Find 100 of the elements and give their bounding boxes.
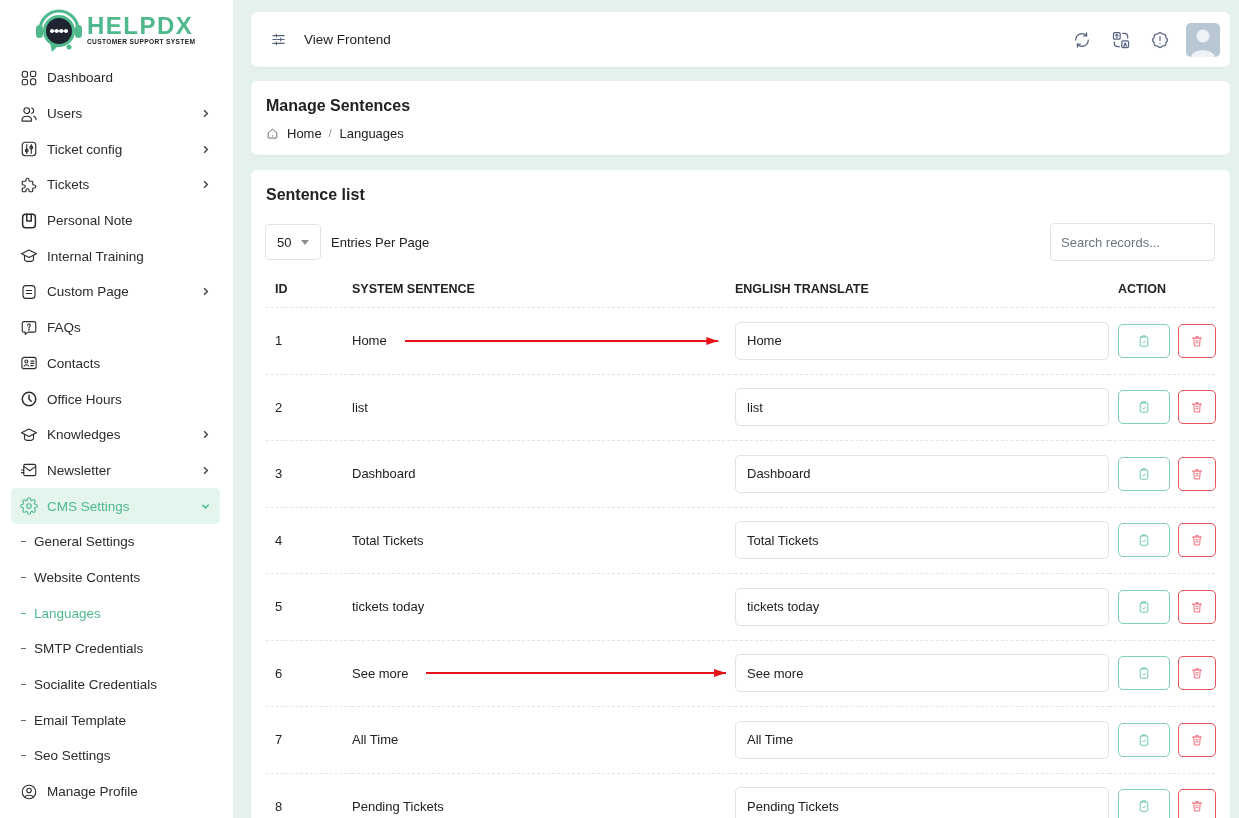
sidebar-item[interactable]: Tickets (11, 167, 220, 203)
table-cell: 1 (275, 333, 283, 349)
translation-input[interactable]: Home (735, 321, 1109, 360)
sidebar-item[interactable]: Internal Training (11, 238, 220, 275)
translation-input[interactable]: Dashboard (735, 454, 1109, 493)
card-title: Sentence list (266, 185, 365, 205)
dash-icon (21, 541, 26, 543)
table-cell: See more (352, 665, 409, 681)
delete-button[interactable] (1178, 656, 1216, 691)
column-header: SYSTEM SENTENCE (352, 282, 475, 296)
delete-button[interactable] (1178, 523, 1216, 558)
layout-grid-icon (20, 68, 38, 87)
dash-icon (21, 684, 26, 686)
sidebar-item[interactable]: Knowledges (11, 416, 220, 453)
table-cell: 3 (275, 466, 283, 482)
view-frontend-link[interactable]: View Frontend (304, 32, 391, 47)
column-header: ID (275, 282, 288, 296)
sidebar-item[interactable]: Manage Profile (11, 773, 220, 810)
table-cell: 4 (275, 532, 283, 548)
submenu-item[interactable]: General Settings (21, 523, 135, 560)
headset-logo-icon (35, 8, 83, 52)
home-icon (266, 126, 279, 140)
trash-icon (1190, 799, 1204, 814)
clipboard-check-icon (1137, 799, 1151, 814)
adjustments-icon (20, 140, 38, 159)
column-header: ENGLISH TRANSLATE (735, 282, 869, 296)
question-bubble-icon (20, 318, 38, 337)
clipboard-check-icon (1137, 599, 1151, 614)
translation-input[interactable]: See more (735, 654, 1109, 693)
trash-icon (1190, 466, 1204, 481)
breadcrumb-link[interactable]: Home (287, 125, 322, 141)
delete-button[interactable] (1178, 456, 1216, 491)
search-field[interactable]: Search records... (1050, 223, 1215, 261)
table-cell: 7 (275, 732, 283, 748)
translation-input[interactable]: Pending Tickets (735, 787, 1109, 818)
delete-button[interactable] (1178, 589, 1216, 624)
delete-button[interactable] (1178, 722, 1216, 757)
table-cell: tickets today (352, 599, 425, 615)
sidebar-item[interactable]: Personal Note (11, 202, 220, 239)
breadcrumb-separator: / (328, 127, 332, 139)
clipboard-check-icon (1137, 400, 1151, 415)
sidebar-item[interactable]: Ticket config (11, 131, 220, 168)
table-cell: 8 (275, 798, 283, 814)
column-header: ACTION (1118, 282, 1166, 296)
trash-icon (1190, 599, 1204, 614)
puzzle-icon (20, 175, 38, 194)
entries-label: Entries Per Page (331, 234, 430, 250)
users-icon (20, 104, 38, 123)
table-cell: list (352, 399, 368, 415)
translation-input[interactable]: All Time (735, 720, 1109, 759)
page-title: Manage Sentences (266, 96, 411, 116)
submenu-item[interactable]: Seo Settings (21, 738, 111, 774)
caret-icon (301, 239, 310, 245)
sidebar-item[interactable]: Contacts (11, 345, 220, 382)
notebook-icon (20, 211, 38, 230)
submenu-item[interactable]: SMTP Credentials (21, 631, 144, 667)
sliders-icon[interactable] (270, 31, 287, 48)
sidebar-item[interactable]: FAQs (11, 309, 220, 346)
delete-button[interactable] (1178, 390, 1216, 425)
settings-icon (20, 497, 38, 516)
translation-input[interactable]: Total Tickets (735, 521, 1109, 560)
table-cell: Total Tickets (352, 532, 424, 548)
dash-icon (21, 755, 26, 757)
table-cell: Pending Tickets (352, 798, 444, 814)
sidebar-item[interactable]: Office Hours (11, 381, 220, 417)
user-circle-icon (20, 782, 38, 801)
table-cell: Dashboard (352, 466, 416, 482)
entries-select[interactable]: 50 (265, 224, 321, 260)
submenu-item[interactable]: Socialite Credentials (21, 666, 158, 703)
trash-icon (1190, 533, 1204, 548)
translation-input[interactable]: list (735, 388, 1109, 427)
clipboard-check-icon (1137, 333, 1151, 348)
sidebar-item[interactable]: Dashboard (11, 60, 220, 96)
dash-icon (21, 648, 26, 650)
table-cell: All Time (352, 732, 399, 748)
clipboard-check-icon (1137, 466, 1151, 481)
clock-icon (20, 390, 38, 409)
logo-name: HELPDX (87, 14, 194, 37)
alert-badge-icon[interactable] (1150, 29, 1170, 50)
table-cell: 2 (275, 399, 283, 415)
page-icon (20, 282, 38, 301)
translate-icon[interactable] (1111, 29, 1131, 50)
delete-button[interactable] (1178, 789, 1216, 818)
delete-button[interactable] (1178, 323, 1216, 358)
table-cell: 5 (275, 599, 283, 615)
breadcrumb-current: Languages (339, 125, 404, 141)
table-cell: 6 (275, 665, 283, 681)
sidebar-item[interactable]: Custom Page (11, 274, 220, 310)
sidebar-item[interactable]: Newsletter (11, 452, 220, 489)
translation-input[interactable]: tickets today (735, 587, 1109, 626)
clipboard-check-icon (1137, 666, 1151, 681)
sidebar-item[interactable]: Users (11, 95, 220, 132)
clipboard-check-icon (1137, 732, 1151, 747)
refresh-icon[interactable] (1072, 29, 1092, 50)
submenu-item[interactable]: Email Template (21, 702, 127, 739)
trash-icon (1190, 400, 1204, 415)
dash-icon (21, 719, 26, 721)
trash-icon (1190, 732, 1204, 747)
trash-icon (1190, 666, 1204, 681)
submenu-item[interactable]: Website Contents (21, 559, 141, 596)
